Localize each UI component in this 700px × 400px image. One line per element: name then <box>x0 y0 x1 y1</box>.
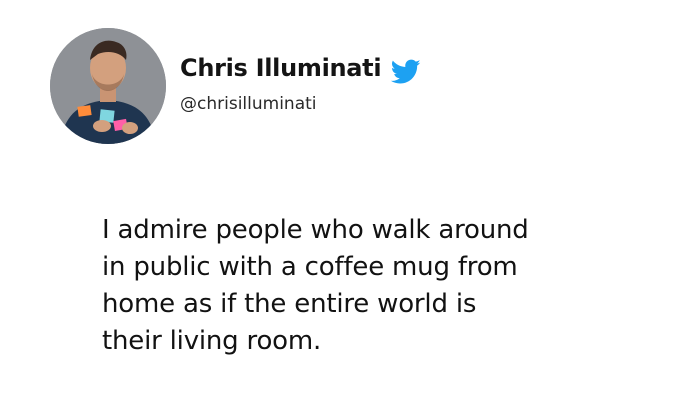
name-row: Chris Illuminati <box>180 50 421 86</box>
twitter-bird-icon <box>391 59 421 85</box>
author-display-name[interactable]: Chris Illuminati <box>180 54 382 82</box>
author-avatar[interactable] <box>50 28 166 144</box>
tweet-text: I admire people who walk around in publi… <box>102 215 529 356</box>
tweet-header: Chris Illuminati @chrisilluminati <box>50 28 421 144</box>
avatar-photo <box>50 28 166 144</box>
tweet-card: Chris Illuminati @chrisilluminati I admi… <box>0 0 700 400</box>
author-handle[interactable]: @chrisilluminati <box>180 94 421 114</box>
author-identity: Chris Illuminati @chrisilluminati <box>180 50 421 114</box>
